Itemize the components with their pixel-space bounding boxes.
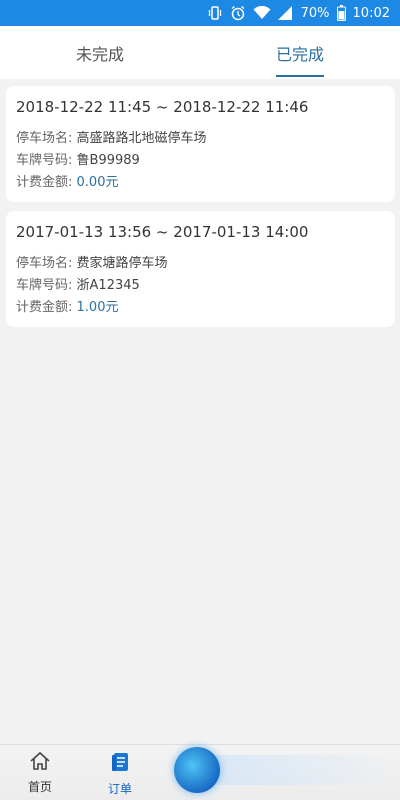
fee-value: 0.00元 [76, 175, 119, 190]
battery-icon [336, 5, 346, 21]
orders-icon [109, 751, 131, 777]
app-screen: 70% 10:02 未完成 已完成 2018-12-22 11:45 ~ 201… [0, 0, 400, 800]
order-card[interactable]: 2017-01-13 13:56 ~ 2017-01-13 14:00 停车场名… [6, 211, 395, 327]
fab-glow [208, 755, 398, 785]
clock: 10:02 [352, 5, 390, 21]
plate-label: 车牌号码: [16, 153, 73, 168]
order-time-range: 2017-01-13 13:56 ~ 2017-01-13 14:00 [16, 223, 309, 241]
order-fee-row: 计费金额: 0.00元 [16, 172, 385, 194]
home-icon [29, 751, 51, 775]
nav-home-label: 首页 [27, 780, 52, 794]
plate-value: 浙A12345 [76, 278, 140, 293]
battery-percentage: 70% [300, 5, 330, 21]
vibrate-icon [207, 5, 223, 21]
order-fee-row: 计费金额: 1.00元 [16, 297, 385, 319]
lot-label: 停车场名: [16, 131, 73, 146]
nav-home[interactable]: 首页 [10, 751, 70, 795]
order-time-range: 2018-12-22 11:45 ~ 2018-12-22 11:46 [16, 98, 309, 116]
tab-completed[interactable]: 已完成 [200, 26, 400, 79]
order-card[interactable]: 2018-12-22 11:45 ~ 2018-12-22 11:46 停车场名… [6, 86, 395, 202]
order-lot-row: 停车场名: 高盛路路北地磁停车场 [16, 128, 385, 150]
bottom-navigation: 首页 订单 [0, 744, 400, 800]
plate-value: 鲁B99989 [76, 153, 140, 168]
fee-label: 计费金额: [16, 300, 73, 315]
alarm-icon [230, 5, 246, 21]
lot-label: 停车场名: [16, 256, 73, 271]
wifi-icon [253, 6, 271, 20]
signal-icon [277, 6, 292, 20]
nav-orders[interactable]: 订单 [90, 751, 150, 797]
nav-orders-label: 订单 [107, 782, 132, 796]
order-plate-row: 车牌号码: 鲁B99989 [16, 150, 385, 172]
order-lot-row: 停车场名: 费家塘路停车场 [16, 253, 385, 275]
order-status-tabs: 未完成 已完成 [0, 26, 400, 79]
center-action-button[interactable] [174, 747, 220, 793]
status-bar: 70% 10:02 [0, 0, 400, 26]
fee-value: 1.00元 [76, 300, 119, 315]
plate-label: 车牌号码: [16, 278, 73, 293]
order-plate-row: 车牌号码: 浙A12345 [16, 275, 385, 297]
fee-label: 计费金额: [16, 175, 73, 190]
lot-value: 高盛路路北地磁停车场 [76, 131, 207, 146]
order-list: 2018-12-22 11:45 ~ 2018-12-22 11:46 停车场名… [6, 86, 395, 336]
tab-incomplete[interactable]: 未完成 [0, 26, 200, 79]
lot-value: 费家塘路停车场 [76, 256, 168, 271]
